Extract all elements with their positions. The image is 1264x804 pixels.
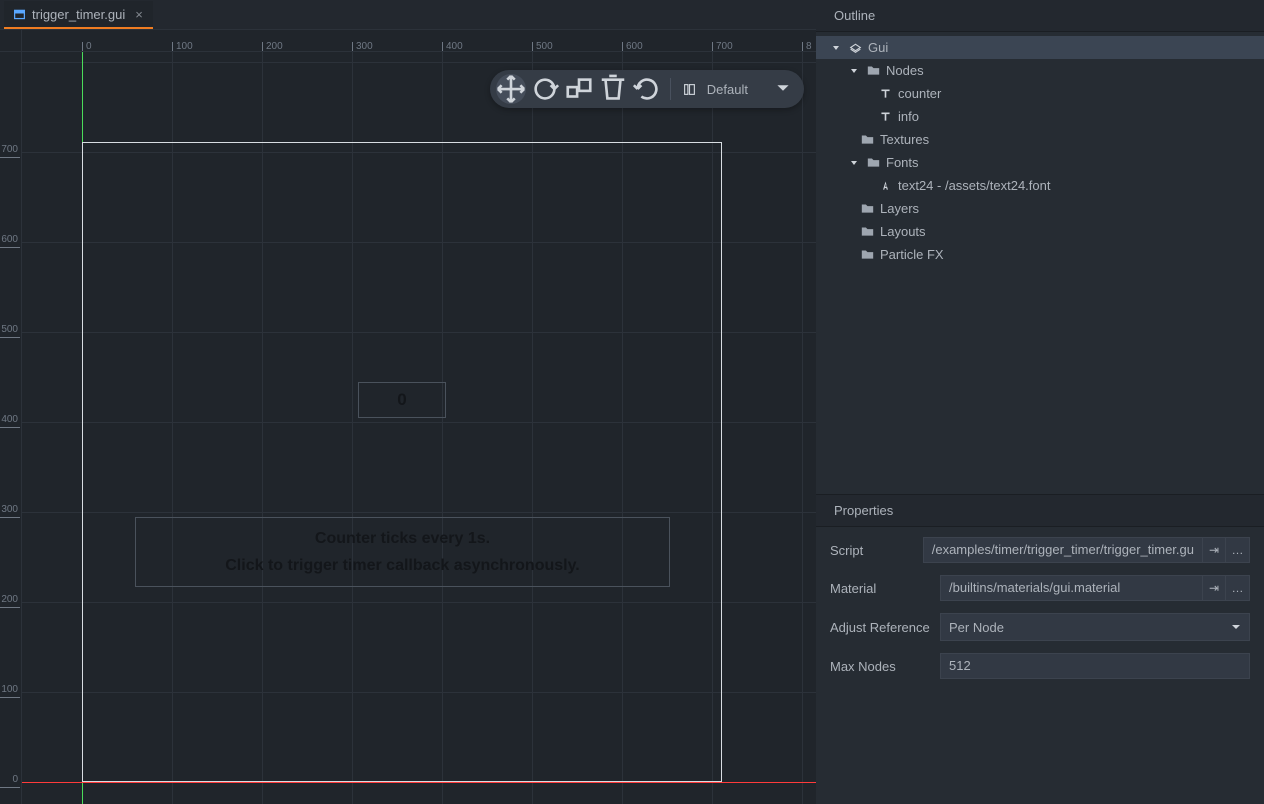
tab-trigger-timer[interactable]: trigger_timer.gui ×	[4, 1, 153, 29]
goto-resource-button[interactable]: ⇥	[1202, 537, 1226, 563]
tree-item-fonts[interactable]: Fonts	[816, 151, 1264, 174]
ruler-tick: 0	[0, 774, 20, 788]
ruler-tick: 300	[0, 504, 20, 518]
property-max-nodes: Max Nodes 512	[830, 653, 1250, 679]
property-adjust-reference: Adjust Reference Per Node	[830, 613, 1250, 641]
info-line2: Click to trigger timer callback asynchro…	[225, 552, 579, 579]
canvas[interactable]: 0 Counter ticks every 1s. Click to trigg…	[22, 52, 816, 804]
info-line1: Counter ticks every 1s.	[315, 525, 490, 552]
tree-label: counter	[898, 86, 941, 101]
node-info[interactable]: Counter ticks every 1s. Click to trigger…	[135, 517, 670, 587]
chevron-down-icon	[1231, 620, 1241, 635]
view-mode-label: Default	[707, 82, 748, 97]
ruler-corner	[0, 30, 22, 52]
property-script: Script /examples/timer/trigger_timer/tri…	[830, 537, 1250, 563]
tree-item-nodes[interactable]: Nodes	[816, 59, 1264, 82]
tab-title: trigger_timer.gui	[32, 7, 125, 22]
layout-icon	[683, 82, 697, 96]
material-label: Material	[830, 581, 930, 596]
text-node-icon	[878, 110, 892, 124]
tree-label: Layouts	[880, 224, 926, 239]
folder-icon	[860, 248, 874, 262]
tree-item-layouts[interactable]: Layouts	[816, 220, 1264, 243]
tree-label: Fonts	[886, 155, 919, 170]
ruler-tick: 8	[802, 42, 812, 51]
outline-tree[interactable]: Gui Nodes counter info Textur	[816, 32, 1264, 494]
ruler-tick: 600	[622, 42, 643, 51]
properties-body: Script /examples/timer/trigger_timer/tri…	[816, 527, 1264, 699]
ruler-horizontal: 0 100 200 300 400 500 600 700 8	[22, 30, 816, 52]
tab-bar: trigger_timer.gui ×	[0, 0, 816, 30]
axis-x	[22, 782, 816, 783]
tree-label: Textures	[880, 132, 929, 147]
ruler-tick: 0	[82, 42, 92, 51]
ruler-tick: 600	[0, 234, 20, 248]
ruler-tick: 100	[172, 42, 193, 51]
tree-item-counter[interactable]: counter	[816, 82, 1264, 105]
tree-item-particlefx[interactable]: Particle FX	[816, 243, 1264, 266]
scale-tool-button[interactable]	[564, 74, 594, 104]
tree-label: Particle FX	[880, 247, 944, 262]
tree-label: Layers	[880, 201, 919, 216]
folder-icon	[866, 156, 880, 170]
text-node-icon	[878, 87, 892, 101]
folder-icon	[860, 133, 874, 147]
browse-button[interactable]: …	[1226, 537, 1250, 563]
ruler-tick: 500	[532, 42, 553, 51]
refresh-button[interactable]	[632, 74, 662, 104]
folder-icon	[866, 64, 880, 78]
tree-label: Nodes	[886, 63, 924, 78]
material-input[interactable]: /builtins/materials/gui.material	[940, 575, 1202, 601]
disclosure-triangle-icon[interactable]	[848, 65, 860, 77]
ruler-tick: 400	[442, 42, 463, 51]
tree-item-gui[interactable]: Gui	[816, 36, 1264, 59]
disclosure-triangle-icon[interactable]	[830, 42, 842, 54]
tree-item-info[interactable]: info	[816, 105, 1264, 128]
gui-file-icon	[12, 7, 26, 21]
gui-bounds[interactable]	[82, 142, 722, 782]
gui-icon	[848, 41, 862, 55]
adjust-reference-select[interactable]: Per Node	[940, 613, 1250, 641]
rotate-tool-button[interactable]	[530, 74, 560, 104]
browse-button[interactable]: …	[1226, 575, 1250, 601]
ruler-tick: 100	[0, 684, 20, 698]
script-input[interactable]: /examples/timer/trigger_timer/trigger_ti…	[923, 537, 1202, 563]
counter-text: 0	[397, 390, 406, 410]
disclosure-triangle-icon[interactable]	[848, 157, 860, 169]
tree-item-layers[interactable]: Layers	[816, 197, 1264, 220]
properties-panel-title: Properties	[816, 495, 1264, 527]
tree-item-font-text24[interactable]: text24 - /assets/text24.font	[816, 174, 1264, 197]
scene-viewport[interactable]: 0 100 200 300 400 500 600 700 8	[0, 30, 816, 804]
ruler-tick: 200	[0, 594, 20, 608]
font-icon	[878, 179, 892, 193]
node-counter[interactable]: 0	[358, 382, 446, 418]
view-mode-dropdown[interactable]: Default	[679, 81, 798, 98]
tree-label: text24 - /assets/text24.font	[898, 178, 1050, 193]
outline-panel-title: Outline	[816, 0, 1264, 32]
goto-resource-button[interactable]: ⇥	[1202, 575, 1226, 601]
max-nodes-input[interactable]: 512	[940, 653, 1250, 679]
folder-icon	[860, 225, 874, 239]
folder-icon	[860, 202, 874, 216]
max-nodes-label: Max Nodes	[830, 659, 930, 674]
tree-label: info	[898, 109, 919, 124]
property-material: Material /builtins/materials/gui.materia…	[830, 575, 1250, 601]
toolbar-separator	[670, 78, 671, 100]
ruler-tick: 700	[712, 42, 733, 51]
erase-tool-button[interactable]	[598, 74, 628, 104]
tree-item-textures[interactable]: Textures	[816, 128, 1264, 151]
scene-toolbar: Default	[490, 70, 804, 108]
ruler-tick: 400	[0, 414, 20, 428]
ruler-tick: 500	[0, 324, 20, 338]
chevron-down-icon	[776, 81, 790, 98]
tree-label: Gui	[868, 40, 888, 55]
ruler-tick: 300	[352, 42, 373, 51]
adjust-reference-value: Per Node	[949, 620, 1004, 635]
move-tool-button[interactable]	[496, 74, 526, 104]
script-label: Script	[830, 543, 913, 558]
ruler-tick: 700	[0, 144, 20, 158]
ruler-tick: 200	[262, 42, 283, 51]
adjust-reference-label: Adjust Reference	[830, 620, 930, 635]
close-icon[interactable]: ×	[135, 7, 143, 22]
